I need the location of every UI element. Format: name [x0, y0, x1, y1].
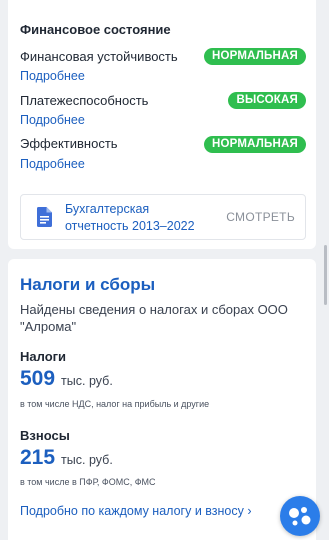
chevron-right-icon: › — [247, 504, 252, 518]
details-link-efficiency[interactable]: Подробнее — [20, 157, 85, 171]
accounting-report-button[interactable]: Бухгалтерская отчетность 2013–2022 СМОТР… — [20, 194, 306, 240]
metric-label-efficiency: Эффективность — [20, 136, 118, 151]
status-badge-stability: НОРМАЛЬНАЯ — [203, 48, 306, 65]
report-title-line2: отчетность 2013–2022 — [65, 219, 195, 233]
details-link-stability[interactable]: Подробнее — [20, 69, 85, 83]
fees-unit: тыс. руб. — [61, 453, 113, 467]
report-title-line1: Бухгалтерская — [65, 202, 150, 216]
metric-label-stability: Финансовая устойчивость — [20, 49, 178, 64]
fees-note: в том числе в ПФР, ФОМС, ФМС — [20, 477, 156, 487]
taxes-title: Налоги и сборы — [20, 275, 156, 294]
fees-amount-row: 215 тыс. руб. — [20, 446, 113, 470]
taxes-subheading: Налоги — [20, 349, 67, 364]
taxes-note: в том числе НДС, налог на прибыль и друг… — [20, 399, 210, 409]
taxes-amount: 509 — [20, 367, 56, 390]
scrollbar-thumb[interactable] — [324, 257, 327, 305]
details-link-solvency[interactable]: Подробнее — [20, 113, 85, 127]
section-title: Финансовое состояние — [20, 22, 171, 37]
status-badge-solvency: ВЫСОКАЯ — [228, 92, 306, 109]
document-icon — [37, 207, 52, 227]
metric-label-solvency: Платежеспособность — [20, 93, 149, 108]
taxes-details-label: Подробно по каждому налогу и взносу — [20, 504, 244, 518]
chat-assistant-button[interactable] — [280, 496, 320, 536]
fees-subheading: Взносы — [20, 428, 70, 443]
status-badge-efficiency: НОРМАЛЬНАЯ — [203, 136, 306, 153]
financial-state-card: Финансовое состояние Финансовая устойчив… — [8, 0, 316, 249]
report-title: Бухгалтерская отчетность 2013–2022 — [65, 201, 195, 235]
taxes-card: Налоги и сборы Найдены сведения о налога… — [8, 259, 316, 540]
fees-amount: 215 — [20, 446, 56, 469]
taxes-unit: тыс. руб. — [61, 374, 113, 388]
taxes-description: Найдены сведения о налогах и сборах ООО … — [20, 302, 288, 334]
view-report-button[interactable]: СМОТРЕТЬ — [226, 210, 295, 224]
chat-assistant-icon — [289, 507, 311, 526]
taxes-details-link[interactable]: Подробно по каждому налогу и взносу › — [20, 504, 252, 518]
taxes-amount-row: 509 тыс. руб. — [20, 367, 113, 391]
